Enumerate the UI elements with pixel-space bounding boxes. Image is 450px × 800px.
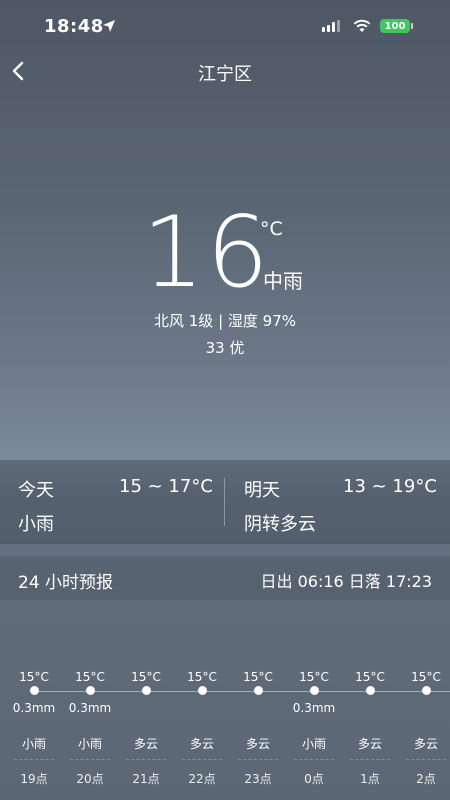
hour-condition: 多云 xyxy=(189,737,214,751)
temp-dot xyxy=(309,686,319,695)
battery-icon: 100 xyxy=(380,19,410,33)
divider xyxy=(224,478,225,526)
hourly-item: 15°C 多云 21点 xyxy=(118,670,174,787)
hourly-item: 15°C 0.3mm 小雨 20点 xyxy=(62,670,118,787)
hour-condition: 小雨 xyxy=(77,737,102,751)
wind-humidity: 北风 1级 | 湿度 97% xyxy=(153,312,296,330)
hour-label: 22点 xyxy=(188,772,216,786)
temperature-unit: °C xyxy=(260,218,283,240)
wifi-icon xyxy=(353,19,371,32)
temp-dot xyxy=(365,686,375,695)
hourly-item: 15°C 多云 22点 xyxy=(174,670,230,787)
hour-label: 0点 xyxy=(304,772,324,786)
hour-divider xyxy=(126,759,166,760)
forecast-header: 24 小时预报 日出 06:16 日落 17:23 xyxy=(0,556,450,600)
tomorrow-label: 明天 xyxy=(244,480,280,501)
hour-temp: 15°C xyxy=(187,670,217,684)
hour-divider xyxy=(238,759,278,760)
hour-temp: 15°C xyxy=(19,670,49,684)
hour-rain xyxy=(342,701,398,715)
tomorrow-range: 13 ~ 19°C xyxy=(343,476,437,497)
hourly-item: 15°C 多云 1点 xyxy=(342,670,398,787)
hour-condition: 多云 xyxy=(413,737,438,751)
hour-label: 19点 xyxy=(20,772,48,786)
hour-temp: 15°C xyxy=(299,670,329,684)
hourly-item: 15°C 多云 23点 xyxy=(230,670,286,787)
hour-divider xyxy=(182,759,222,760)
hour-condition: 小雨 xyxy=(21,737,46,751)
temp-dot xyxy=(197,686,207,695)
hour-divider xyxy=(14,759,54,760)
hourly-item: 15°C 0.3mm 小雨 19点 xyxy=(6,670,62,787)
today-range: 15 ~ 17°C xyxy=(119,476,213,497)
hour-label: 1点 xyxy=(360,772,380,786)
daily-summary-panel: 今天 15 ~ 17°C 小雨 明天 13 ~ 19°C 阴转多云 xyxy=(0,460,450,544)
hour-temp: 15°C xyxy=(411,670,441,684)
hour-rain xyxy=(174,701,230,715)
hourly-item: 15°C 多云 2点 xyxy=(398,670,450,787)
hour-condition: 多云 xyxy=(245,737,270,751)
tomorrow-condition: 阴转多云 xyxy=(244,514,316,535)
cellular-signal-icon xyxy=(322,20,340,32)
location-arrow-icon xyxy=(103,20,115,32)
hour-temp: 15°C xyxy=(243,670,273,684)
today-condition: 小雨 xyxy=(18,514,54,535)
hour-divider xyxy=(350,759,390,760)
temp-dot xyxy=(85,686,95,695)
temp-dot xyxy=(141,686,151,695)
hour-label: 23点 xyxy=(244,772,272,786)
current-temperature: 16 xyxy=(142,196,271,310)
hour-label: 20点 xyxy=(76,772,104,786)
status-bar: 18:48 100 xyxy=(0,0,450,54)
battery-tip xyxy=(411,23,413,29)
hour-label: 21点 xyxy=(132,772,160,786)
temp-dot xyxy=(421,686,431,695)
hour-rain xyxy=(398,701,450,715)
page-title: 江宁区 xyxy=(198,64,252,85)
hour-label: 2点 xyxy=(416,772,436,786)
hour-temp: 15°C xyxy=(355,670,385,684)
hour-temp: 15°C xyxy=(131,670,161,684)
hour-condition: 多云 xyxy=(357,737,382,751)
temp-dot xyxy=(253,686,263,695)
hour-temp: 15°C xyxy=(75,670,105,684)
sunrise-sunset: 日出 06:16 日落 17:23 xyxy=(260,572,432,591)
hour-divider xyxy=(406,759,446,760)
hour-condition: 多云 xyxy=(133,737,158,751)
current-condition: 中雨 xyxy=(263,269,303,293)
air-quality: 33 优 xyxy=(205,339,245,357)
temp-dot xyxy=(29,686,39,695)
hourly-item: 15°C 0.3mm 小雨 0点 xyxy=(286,670,342,787)
hour-rain: 0.3mm xyxy=(12,701,56,715)
hour-rain xyxy=(118,701,174,715)
hour-rain: 0.3mm xyxy=(68,701,112,715)
hour-rain xyxy=(230,701,286,715)
hour-divider xyxy=(70,759,110,760)
today-label: 今天 xyxy=(18,480,54,501)
forecast-title: 24 小时预报 xyxy=(18,573,114,593)
hour-divider xyxy=(294,759,334,760)
hour-condition: 小雨 xyxy=(301,737,326,751)
hour-rain: 0.3mm xyxy=(292,701,336,715)
status-time: 18:48 xyxy=(44,16,104,37)
